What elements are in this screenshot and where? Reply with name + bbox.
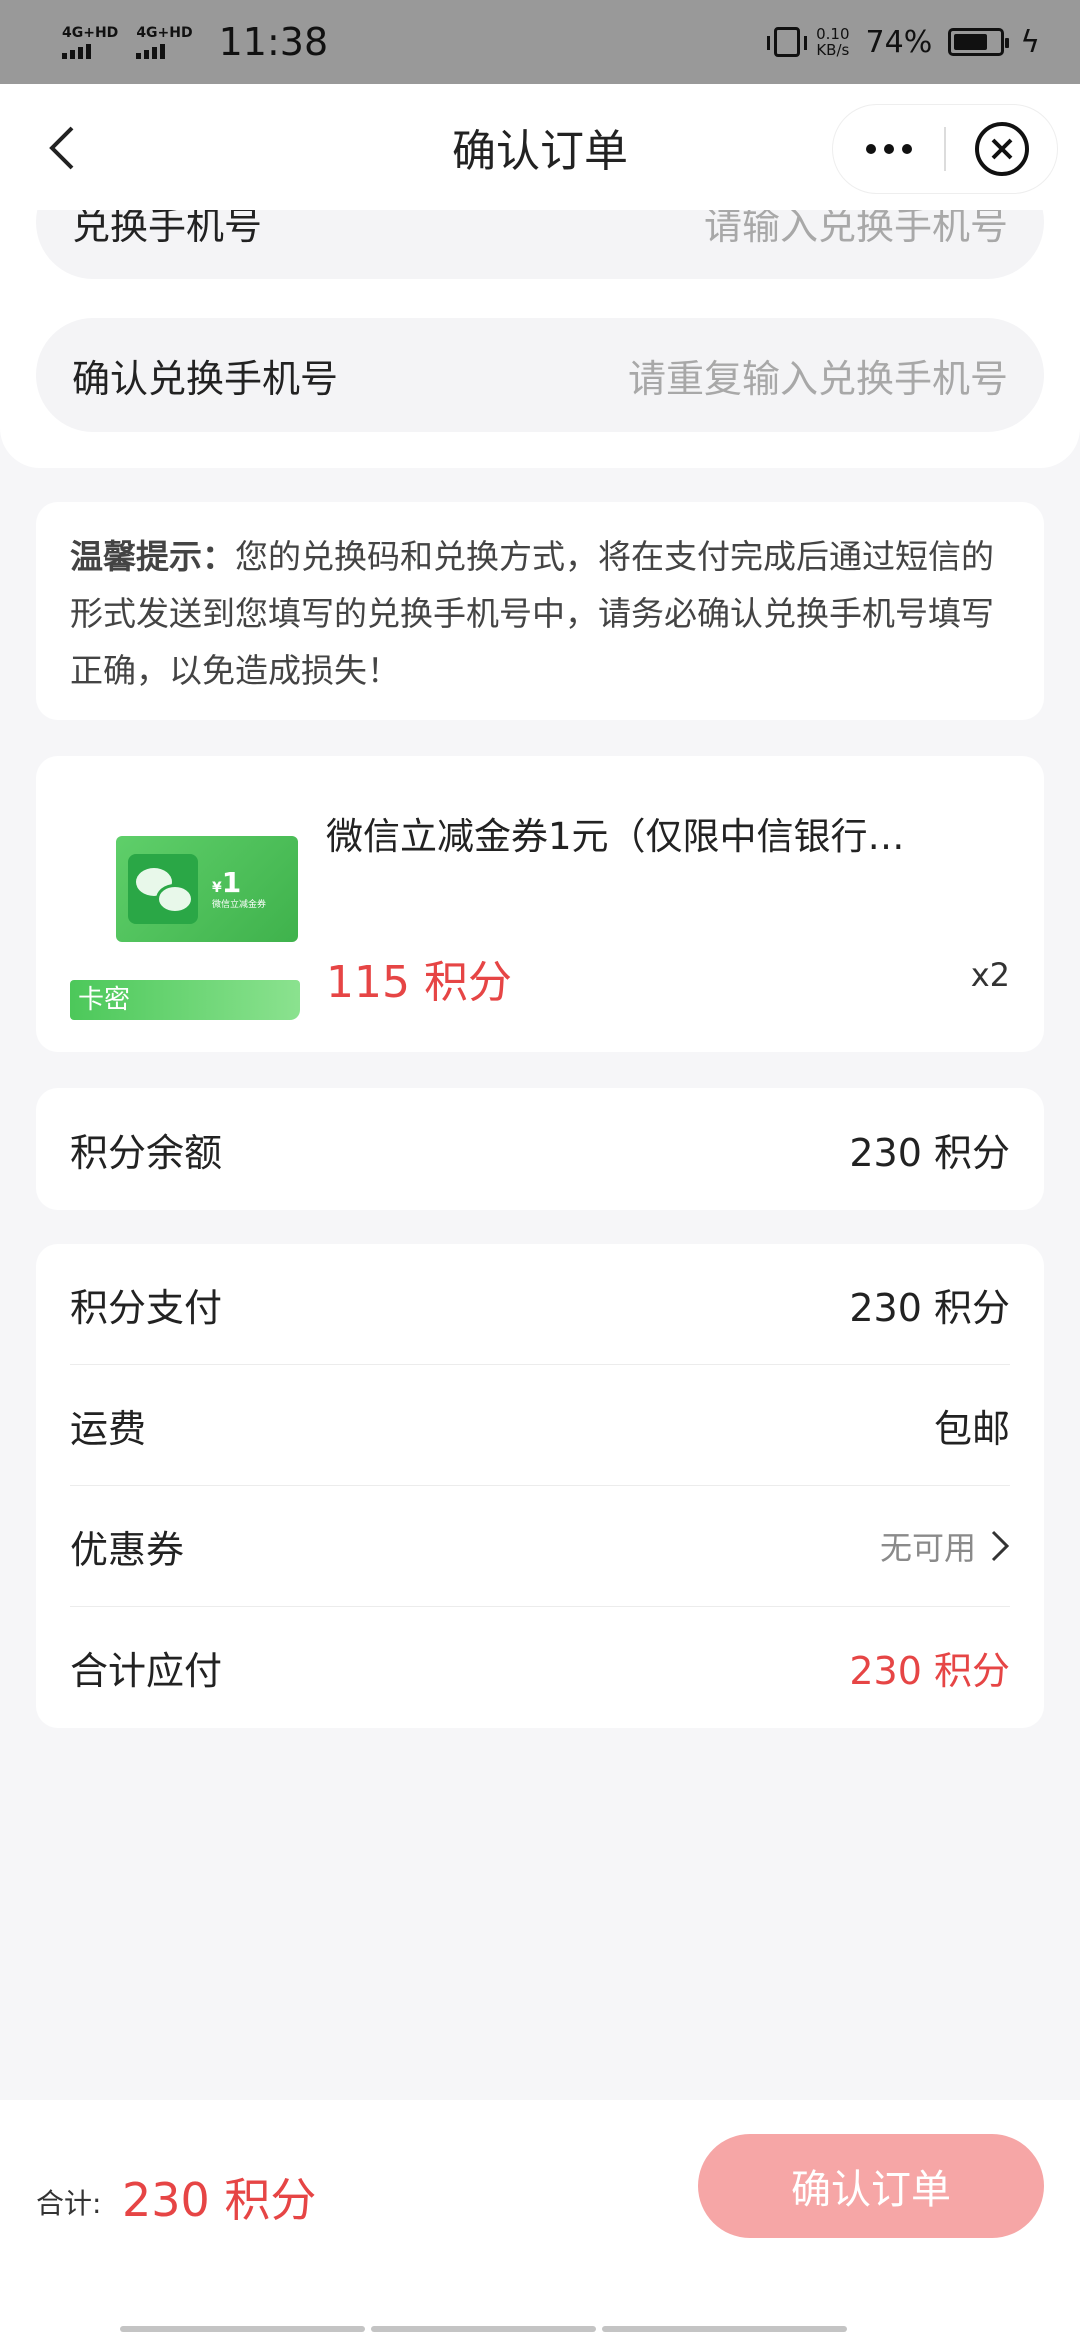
home-indicator[interactable] [120, 2326, 960, 2332]
shipping-row: 运费 包邮 [70, 1365, 1010, 1486]
speed-value: 0.10 [816, 25, 850, 43]
coupon-text: ¥1 微信立减金券 [212, 865, 267, 910]
balance-value: 230 积分 [849, 1130, 1010, 1175]
status-left: 4G+HD 4G+HD 11:38 [62, 20, 328, 64]
product-card: ¥1 微信立减金券 卡密 微信立减金券1元（仅限中信银行… 115 积分 x2 [36, 756, 1044, 1052]
coupon-symbol: ¥ [212, 879, 222, 896]
more-dot [883, 144, 894, 154]
more-dot [901, 144, 912, 154]
summary-card: 积分支付 230 积分 运费 包邮 优惠券 无可用 合计应付 230 积分 [36, 1244, 1044, 1728]
row-label: 积分支付 [70, 1285, 223, 1330]
network-speed: 0.10 KB/s [816, 26, 849, 58]
back-button[interactable] [44, 124, 84, 172]
status-right: 0.10 KB/s 74% ϟ [767, 24, 1040, 60]
wechat-icon [128, 854, 198, 924]
signal-icon-2: 4G+HD [136, 24, 193, 59]
row-label: 运费 [70, 1406, 147, 1451]
coupon-subtitle: 微信立减金券 [212, 899, 267, 910]
coupon-image: ¥1 微信立减金券 [116, 836, 298, 942]
coupon-row[interactable]: 优惠券 无可用 [70, 1486, 1010, 1607]
signal-icon-1: 4G+HD [62, 26, 118, 59]
close-circle-icon[interactable] [973, 120, 1031, 178]
more-dot [865, 144, 876, 154]
row-value: 包邮 [933, 1406, 1010, 1451]
notice-title: 温馨提示： [70, 537, 235, 576]
close-button[interactable] [946, 105, 1057, 193]
notice-card: 温馨提示：您的兑换码和兑换方式，将在支付完成后通过短信的形式发送到您填写的兑换手… [36, 502, 1044, 720]
total-value: 230 积分 [122, 2173, 317, 2227]
speed-unit: KB/s [816, 41, 850, 59]
mini-program-capsule [832, 104, 1058, 194]
card-type-tag: 卡密 [70, 980, 300, 1020]
chevron-left-icon[interactable] [44, 124, 84, 172]
product-quantity: x2 [970, 956, 1010, 994]
coupon-selector[interactable]: 无可用 [880, 1523, 1010, 1569]
network-label-2: 4G+HD [136, 24, 193, 41]
row-value: 230 积分 [849, 1285, 1010, 1330]
battery-icon [948, 28, 1010, 56]
product-title: 微信立减金券1元（仅限中信银行… [326, 815, 905, 858]
bottom-bar: 合计: 230 积分 确认订单 [0, 2100, 1080, 2340]
row-value: 230 积分 [849, 1649, 1010, 1693]
chevron-right-icon [991, 1530, 1010, 1562]
status-bar: 4G+HD 4G+HD 11:38 0.10 KB/s 74% ϟ [0, 0, 1080, 84]
vibrate-icon [767, 27, 808, 57]
nav-bar: 确认订单 [0, 84, 1080, 210]
confirm-phone-field[interactable]: 确认兑换手机号 请重复输入兑换手机号 [36, 318, 1044, 432]
confirm-order-button[interactable]: 确认订单 [698, 2134, 1044, 2238]
clock: 11:38 [218, 20, 329, 64]
confirm-phone-input[interactable]: 请重复输入兑换手机号 [628, 348, 1008, 403]
total-label: 合计: [36, 2187, 102, 2220]
row-label: 优惠券 [70, 1527, 185, 1572]
network-label-1: 4G+HD [62, 24, 119, 41]
product-price: 115 积分 [326, 957, 512, 1008]
balance-label: 积分余额 [70, 1130, 223, 1175]
row-value: 无可用 [879, 1529, 976, 1567]
balance-card: 积分余额 230 积分 [36, 1088, 1044, 1210]
battery-percent: 74% [865, 24, 933, 60]
confirm-phone-label: 确认兑换手机号 [72, 356, 339, 401]
total-due-row: 合计应付 230 积分 [70, 1607, 1010, 1728]
charging-icon: ϟ [1020, 24, 1040, 60]
more-button[interactable] [833, 105, 944, 193]
points-payment-row: 积分支付 230 积分 [70, 1244, 1010, 1365]
page-title: 确认订单 [452, 126, 628, 177]
coupon-amount: 1 [221, 865, 242, 899]
row-label: 合计应付 [70, 1649, 223, 1693]
